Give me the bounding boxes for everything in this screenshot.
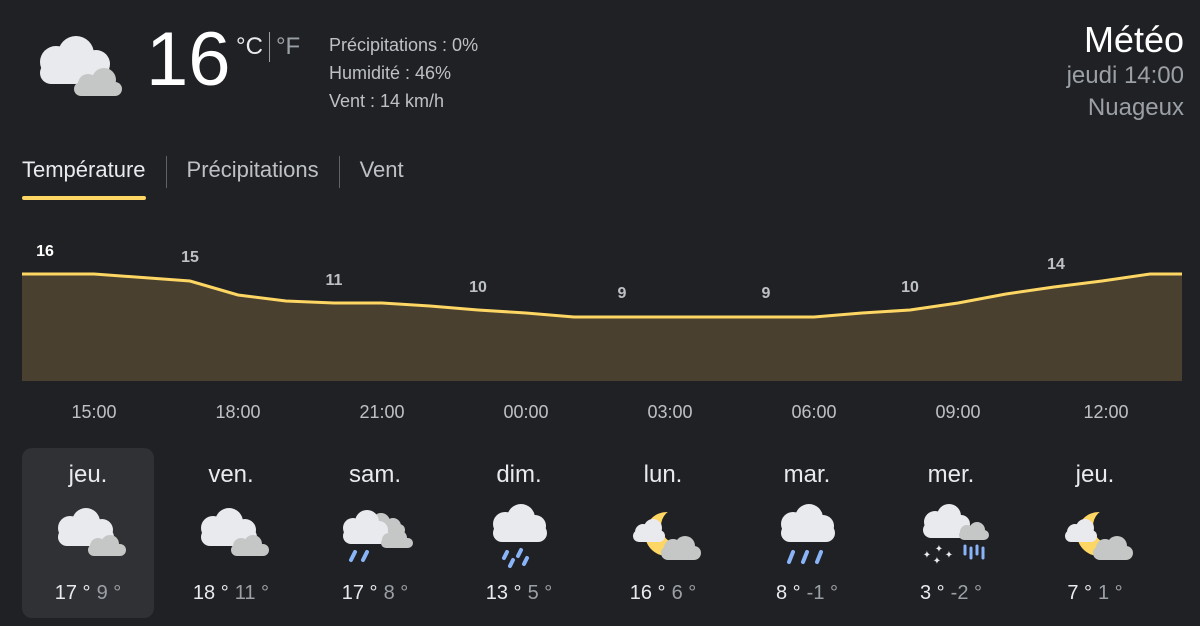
partly-cloudy-night-icon [633,508,701,560]
temp-low: -1 ° [806,582,839,604]
temp-low: 9 ° [96,582,122,604]
cloudy-icon [40,36,122,96]
day-temps: 7 ° 1 ° [1029,582,1161,605]
tab-precipitation[interactable]: Précipitations [187,152,319,192]
precipitation-text: Précipitations : 0% [329,35,479,55]
day-card[interactable]: dim. 13 ° 5 ° [453,448,585,618]
unit-fahrenheit-button[interactable]: °F [276,33,300,61]
partly-cloudy-night-icon [1065,508,1133,560]
day-name: sam. [348,461,401,488]
tab-divider [165,156,167,188]
temp-label: 15 [181,249,199,266]
temp-low: 8 ° [383,582,409,604]
tab-temperature[interactable]: Température [22,152,146,200]
temp-label: 16 [36,243,54,260]
day-temps: 16 ° 6 ° [597,582,729,605]
day-temps: 17 ° 8 ° [309,582,441,605]
page-title: Météo [1083,19,1184,60]
wind-text: Vent : 14 km/h [329,91,445,111]
humidity-text: Humidité : 46% [329,63,452,83]
temp-low: 6 ° [671,582,697,604]
day-name: ven. [208,461,254,488]
day-temps: 13 ° 5 ° [453,582,585,605]
temp-label: 10 [469,279,487,296]
temp-high: 13 ° [485,582,522,604]
temperature-chart: 16 15 11 10 9 9 10 14 [22,243,1182,381]
day-name: dim. [496,461,542,488]
svg-text:✦: ✦ [935,544,943,555]
time-label: 03:00 [647,402,693,422]
current-details: Précipitations : 0% Humidité : 46% Vent … [329,31,478,115]
temp-low: -2 ° [950,582,983,604]
day-card[interactable]: lun. 16 ° 6 ° [597,448,729,618]
temp-high: 7 ° [1067,582,1092,604]
time-label: 21:00 [359,402,405,422]
day-temps: 3 ° -2 ° [885,582,1017,605]
svg-text:✦: ✦ [933,556,941,567]
time-label: 06:00 [791,402,837,422]
temp-low: 1 ° [1098,582,1123,604]
cloudy-icon [201,508,269,556]
temp-high: 17 ° [341,582,378,604]
weather-header: Météo jeudi 14:00 Nuageux [1067,20,1184,124]
day-name: mar. [783,461,831,488]
temp-label: 11 [326,272,343,289]
day-temps: 18 ° 11 ° [165,582,297,605]
temp-high: 17 ° [54,582,91,604]
day-temps: 17 ° 9 ° [22,582,154,605]
temp-high: 3 ° [919,582,945,604]
datetime-text: jeudi 14:00 [1066,62,1184,89]
day-card[interactable]: jeu. 17 ° 9 ° [22,448,154,618]
temp-high: 18 ° [192,582,229,604]
temperature-area [22,274,1182,381]
tab-bar: Température Précipitations Vent [22,152,404,200]
day-card[interactable]: jeu. 7 ° 1 ° [1029,448,1161,618]
rain-showers-icon [343,510,413,562]
time-label: 15:00 [71,402,117,422]
day-card[interactable]: mar. 8 ° -1 ° [741,448,873,618]
time-axis: 15:00 18:00 21:00 00:00 03:00 06:00 09:0… [0,402,1200,426]
cloudy-icon [58,508,126,556]
temp-low: 5 ° [527,582,553,604]
svg-text:✦: ✦ [945,550,953,561]
tab-wind[interactable]: Vent [360,152,404,192]
snow-rain-icon: ✦✦✦✦ [923,504,989,567]
condition-text: Nuageux [1087,94,1184,121]
time-label: 18:00 [215,402,261,422]
time-label: 12:00 [1083,402,1129,422]
day-name: mer. [927,461,975,488]
temp-label: 14 [1047,256,1065,273]
temp-label: 9 [618,285,627,302]
tab-divider [338,156,340,188]
day-name: lun. [643,461,683,488]
time-label: 00:00 [503,402,549,422]
svg-text:✦: ✦ [923,550,931,561]
day-card[interactable]: sam. 17 ° 8 ° [309,448,441,618]
temp-label: 10 [901,279,919,296]
rain-icon [781,504,835,564]
day-card[interactable]: mer. ✦ ✦ ✦ ✦ 3 ° -2 ° [885,448,1017,618]
day-card[interactable]: ven. 18 ° 11 ° [165,448,297,618]
day-name: jeu. [68,461,108,488]
temp-high: 16 ° [629,582,666,604]
unit-celsius-button[interactable]: °C [236,33,263,61]
daily-forecast: jeu. 17 ° 9 ° ven. 18 ° 11 ° sam. 17 ° 8 ° … [22,448,1182,618]
time-label: 09:00 [935,402,981,422]
unit-divider [268,32,270,62]
temp-label: 9 [762,285,771,302]
day-temps: 8 ° -1 ° [741,582,873,605]
temp-low: 11 ° [234,582,270,604]
day-name: jeu. [1075,461,1115,488]
temp-high: 8 ° [775,582,801,604]
unit-toggle: °C °F [236,32,300,62]
rain-icon [493,504,547,568]
current-temperature: 16 [146,17,231,102]
